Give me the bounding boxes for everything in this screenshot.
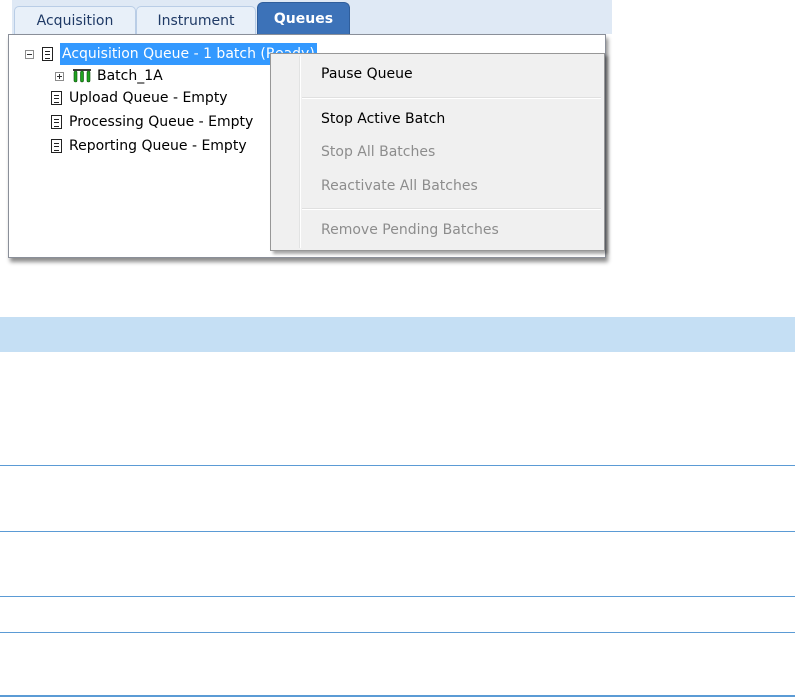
- tree-item-label: Upload Queue - Empty: [69, 90, 228, 106]
- menu-item-stop-all-batches[interactable]: Stop All Batches: [321, 139, 435, 165]
- table-row-divider: [0, 531, 795, 532]
- document-icon: [51, 91, 62, 105]
- tab-bar: Acquisition Instrument Queues: [12, 0, 612, 34]
- table-row-divider: [0, 632, 795, 633]
- document-icon: [42, 47, 53, 61]
- context-menu: Pause Queue Stop Active Batch Stop All B…: [270, 53, 605, 251]
- menu-item-pause-queue[interactable]: Pause Queue: [321, 61, 413, 87]
- tab-acquisition[interactable]: Acquisition: [14, 6, 136, 34]
- table-header: [0, 317, 795, 352]
- collapse-toggle-icon[interactable]: [25, 49, 34, 59]
- menu-item-stop-active-batch[interactable]: Stop Active Batch: [321, 106, 445, 132]
- table-bottom-border: [0, 695, 795, 697]
- menu-item-remove-pending-batches[interactable]: Remove Pending Batches: [321, 217, 499, 243]
- tree-item-processing-queue[interactable]: Processing Queue - Empty: [51, 111, 253, 133]
- menu-item-reactivate-all-batches[interactable]: Reactivate All Batches: [321, 173, 478, 199]
- document-icon: [51, 139, 62, 153]
- menu-separator: [302, 208, 601, 210]
- sample-tubes-icon: [73, 69, 91, 83]
- tab-instrument[interactable]: Instrument: [136, 6, 256, 34]
- tree-item-upload-queue[interactable]: Upload Queue - Empty: [51, 87, 228, 109]
- table-row-divider: [0, 596, 795, 597]
- tree-item-label: Processing Queue - Empty: [69, 114, 254, 130]
- tree-item-reporting-queue[interactable]: Reporting Queue - Empty: [51, 135, 247, 157]
- tab-queues[interactable]: Queues: [257, 2, 350, 34]
- table-row-divider: [0, 465, 795, 466]
- tree-item-label: Batch_1A: [97, 68, 163, 84]
- menu-gutter: [299, 56, 301, 248]
- document-icon: [51, 115, 62, 129]
- menu-separator: [302, 97, 601, 99]
- tree-item-batch[interactable]: Batch_1A: [55, 65, 163, 87]
- tree-item-label: Reporting Queue - Empty: [69, 138, 247, 154]
- expand-toggle-icon[interactable]: [55, 71, 64, 81]
